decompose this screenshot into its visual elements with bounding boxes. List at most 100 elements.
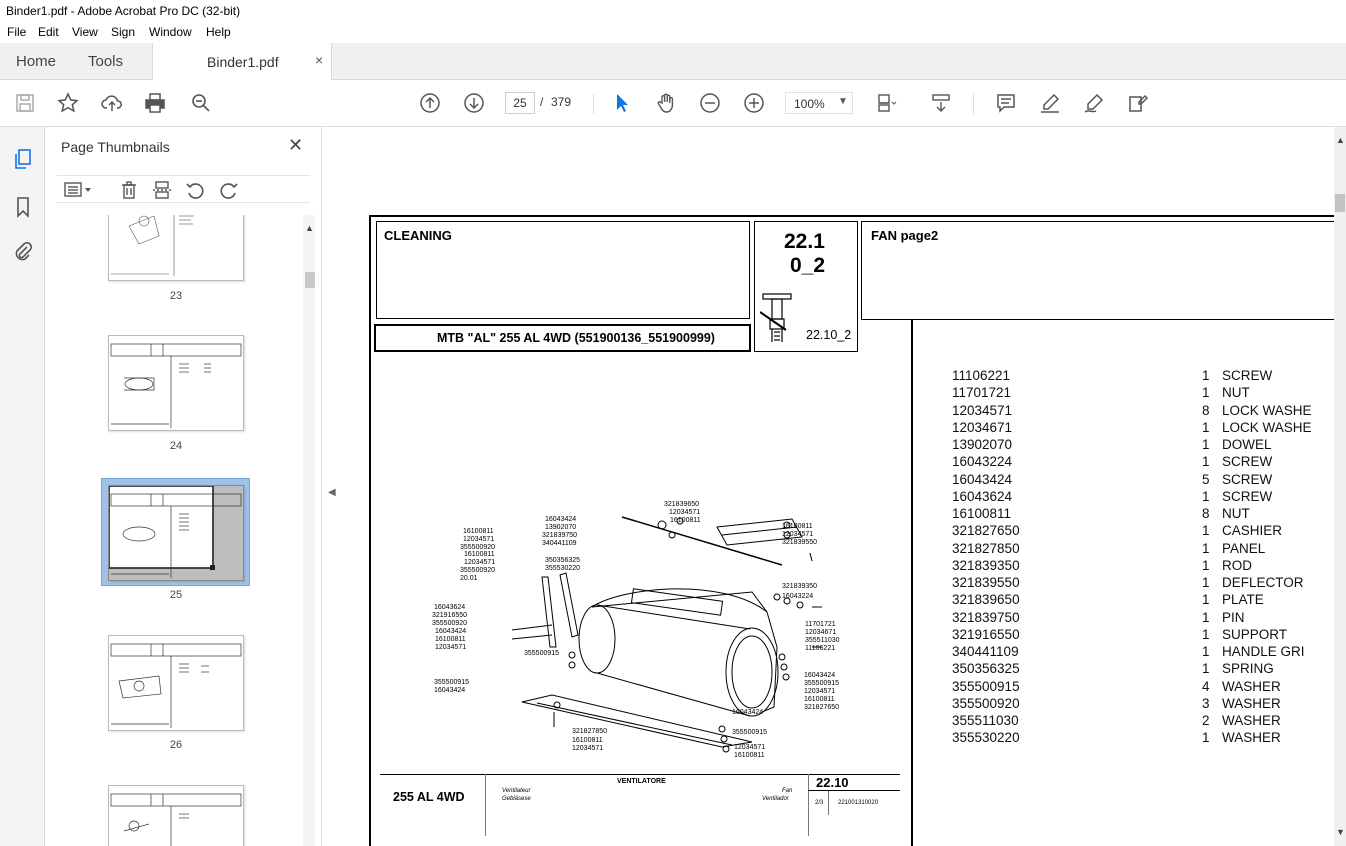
diagram-callout: 16043424 [434,687,466,694]
tab-home[interactable]: Home [16,53,56,70]
fan-title: FAN page2 [871,228,939,243]
menu-window[interactable]: Window [149,25,192,39]
menu-edit[interactable]: Edit [38,25,59,39]
thumbnail-page-25[interactable] [108,485,244,581]
bookmark-star-icon[interactable] [55,90,81,116]
footer-sheet: 2/3 [815,800,824,806]
zoom-search-icon[interactable] [188,90,214,116]
hand-tool-icon[interactable] [653,90,679,116]
page-fit-icon[interactable] [873,90,899,116]
page-thumbnails-icon[interactable] [10,146,36,172]
previous-page-icon[interactable] [417,90,443,116]
part-qty: 1 [1202,540,1210,556]
scroll-up-icon[interactable]: ▲ [1336,135,1345,145]
rotate-counterclockwise-icon[interactable] [183,178,207,202]
tab-document[interactable]: Binder1.pdf × [152,43,332,80]
thumbnail-scrollbar[interactable]: ▲ [303,215,315,846]
window-title: Binder1.pdf - Adobe Acrobat Pro DC (32-b… [6,4,241,18]
part-desc: WASHER [1222,678,1281,694]
fill-sign-icon[interactable] [1125,90,1151,116]
part-code: 321839750 [952,609,1020,625]
part-qty: 1 [1202,644,1210,659]
comment-icon[interactable] [993,90,1019,116]
tab-bar: Home Tools Binder1.pdf × [0,43,1346,80]
delete-page-icon[interactable] [117,178,141,202]
tab-tools[interactable]: Tools [88,53,123,70]
diagram-callout: 355500915 [732,729,768,736]
menu-sign[interactable]: Sign [111,25,135,39]
tab-document-label: Binder1.pdf [207,54,279,70]
tab-close-icon[interactable]: × [315,52,323,68]
next-page-icon[interactable] [461,90,487,116]
document-scroll-thumb[interactable] [1335,194,1345,212]
draw-sign-icon[interactable] [1081,90,1107,116]
upload-cloud-icon[interactable] [99,90,125,116]
menu-help[interactable]: Help [206,25,231,39]
part-code: 321839650 [952,592,1020,608]
thumbnail-page-27[interactable] [108,785,244,846]
insert-page-icon[interactable] [150,178,174,202]
diagram-callout: 321916550 [432,612,468,619]
part-row: 355530220 1 WASHER [952,730,1334,747]
select-cursor-icon[interactable] [609,90,635,116]
thumbnail-page-23[interactable] [108,215,244,281]
print-icon[interactable] [142,90,168,116]
part-row: 321839550 1 DEFLECTOR [952,575,1334,592]
part-desc: SCREW [1222,454,1273,470]
document-scrollbar[interactable]: ▲ ▼ [1334,127,1346,846]
diagram-callout: 321839550 [782,539,818,546]
panel-close-icon[interactable]: ✕ [288,135,303,156]
thumbnail-scroll-thumb[interactable] [305,272,315,288]
menu-file[interactable]: File [7,25,26,39]
part-row: 16043224 1 SCREW [952,454,1334,471]
part-qty: 1 [1202,454,1210,470]
diagram-callout: 16100811 [464,551,495,558]
part-qty: 1 [1202,437,1210,452]
scroll-mode-icon[interactable] [928,90,954,116]
thumbnail-page-24[interactable] [108,335,244,431]
zoom-select[interactable]: 100% ▼ [785,92,853,114]
diagram-callout: 11106221 [805,645,836,652]
acrobat-window: Binder1.pdf - Adobe Acrobat Pro DC (32-b… [0,0,1346,846]
part-row: 16043624 1 SCREW [952,489,1334,506]
section-box: CLEANING [376,221,750,319]
footer-name-en: Fan [782,788,793,794]
zoom-in-icon[interactable] [741,90,767,116]
page-number-input[interactable]: 25 [505,92,535,114]
footer-drawing-number: 221001310020 [838,800,879,806]
scroll-up-icon[interactable]: ▲ [305,223,314,233]
save-icon[interactable] [12,90,38,116]
thumbnail-options-icon[interactable] [61,178,95,202]
thumbnail-list: 23 24 25 26 ▲ [45,215,322,846]
menu-view[interactable]: View [72,25,98,39]
part-desc: LOCK WASHE [1222,402,1312,418]
toolbar-divider [973,94,974,114]
part-qty: 1 [1202,575,1210,590]
document-view: CLEANING MTB "AL" 255 AL 4WD (551900136_… [342,127,1346,846]
part-row: 350356325 1 SPRING [952,661,1334,678]
part-row: 355500920 3 WASHER [952,696,1334,713]
part-code: 16043224 [952,454,1013,470]
part-code: 16043624 [952,488,1013,504]
part-desc: SCREW [1222,488,1273,504]
collapse-panel-icon[interactable]: ◀ [328,487,336,498]
part-desc: DOWEL [1222,437,1272,452]
rotate-clockwise-icon[interactable] [217,178,241,202]
thumbnail-page-26[interactable] [108,635,244,731]
part-desc: WASHER [1222,713,1281,728]
part-code: 11701721 [952,385,1012,401]
diagram-callout: 321839350 [782,583,818,590]
part-desc: HANDLE GRI [1222,644,1305,659]
part-row: 340441109 1 HANDLE GRI [952,644,1334,661]
scroll-down-icon[interactable]: ▼ [1336,827,1345,837]
part-code: 350356325 [952,661,1020,677]
attachments-paperclip-icon[interactable] [10,239,36,265]
reference-code: 22.10_2 [806,328,852,342]
zoom-out-icon[interactable] [697,90,723,116]
diagram-callout: 16043624 [434,604,466,611]
thumbnail-label: 26 [169,739,183,751]
part-row: 321839350 1 ROD [952,558,1334,575]
bookmarks-icon[interactable] [10,194,36,220]
model-box: MTB "AL" 255 AL 4WD (551900136_551900999… [374,324,751,352]
highlight-pen-icon[interactable] [1037,90,1063,116]
